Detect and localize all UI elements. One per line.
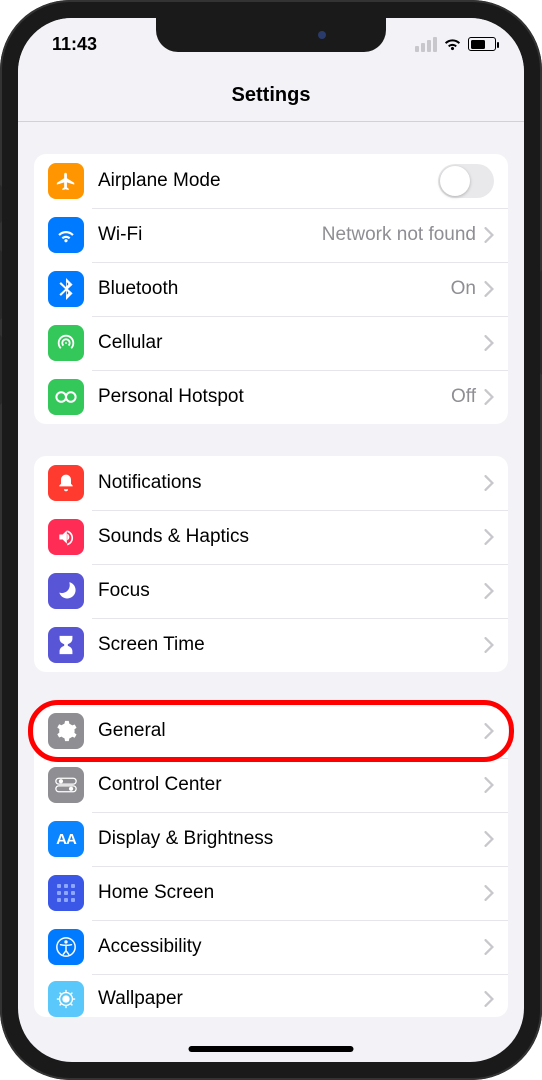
volume-up-button bbox=[0, 250, 2, 320]
row-detail: Off bbox=[451, 386, 476, 408]
page-title: Settings bbox=[18, 84, 524, 107]
screentime-icon bbox=[48, 627, 84, 663]
row-home-screen[interactable]: Home Screen bbox=[34, 866, 508, 920]
bluetooth-icon bbox=[48, 271, 84, 307]
row-notifications[interactable]: Notifications bbox=[34, 456, 508, 510]
cellular-icon bbox=[48, 325, 84, 361]
row-bluetooth[interactable]: Bluetooth On bbox=[34, 262, 508, 316]
row-label: Bluetooth bbox=[98, 278, 451, 300]
chevron-right-icon bbox=[484, 939, 494, 955]
row-airplane-mode[interactable]: Airplane Mode bbox=[34, 154, 508, 208]
row-detail: Network not found bbox=[322, 224, 476, 246]
chevron-right-icon bbox=[484, 991, 494, 1007]
home-screen-icon bbox=[48, 875, 84, 911]
row-label: Control Center bbox=[98, 774, 484, 796]
row-general[interactable]: General bbox=[34, 704, 508, 758]
chevron-right-icon bbox=[484, 583, 494, 599]
row-screen-time[interactable]: Screen Time bbox=[34, 618, 508, 672]
row-label: Focus bbox=[98, 580, 484, 602]
row-control-center[interactable]: Control Center bbox=[34, 758, 508, 812]
mute-switch bbox=[0, 185, 2, 223]
notifications-icon bbox=[48, 465, 84, 501]
row-label: Display & Brightness bbox=[98, 828, 484, 850]
settings-group-device: General Control Center A bbox=[34, 704, 508, 1017]
chevron-right-icon bbox=[484, 637, 494, 653]
settings-group-connectivity: Airplane Mode Wi-Fi Network not found bbox=[34, 154, 508, 424]
row-label: Screen Time bbox=[98, 634, 484, 656]
chevron-right-icon bbox=[484, 529, 494, 545]
chevron-right-icon bbox=[484, 335, 494, 351]
cellular-signal-icon bbox=[415, 37, 437, 52]
chevron-right-icon bbox=[484, 777, 494, 793]
screen: 11:43 Settings bbox=[18, 18, 524, 1062]
chevron-right-icon bbox=[484, 281, 494, 297]
row-accessibility[interactable]: Accessibility bbox=[34, 920, 508, 974]
chevron-right-icon bbox=[484, 885, 494, 901]
wifi-icon bbox=[443, 37, 462, 51]
row-label: Wi-Fi bbox=[98, 224, 322, 246]
display-icon: AA bbox=[48, 821, 84, 857]
volume-down-button bbox=[0, 335, 2, 405]
airplane-icon bbox=[48, 163, 84, 199]
status-right bbox=[415, 33, 496, 52]
chevron-right-icon bbox=[484, 389, 494, 405]
home-indicator[interactable] bbox=[189, 1046, 354, 1052]
row-wallpaper[interactable]: Wallpaper bbox=[34, 974, 508, 1017]
row-label: Home Screen bbox=[98, 882, 484, 904]
chevron-right-icon bbox=[484, 723, 494, 739]
chevron-right-icon bbox=[484, 831, 494, 847]
settings-group-alerts: Notifications Sounds & Haptics bbox=[34, 456, 508, 672]
row-cellular[interactable]: Cellular bbox=[34, 316, 508, 370]
chevron-right-icon bbox=[484, 475, 494, 491]
control-center-icon bbox=[48, 767, 84, 803]
row-label: Cellular bbox=[98, 332, 484, 354]
row-wifi[interactable]: Wi-Fi Network not found bbox=[34, 208, 508, 262]
row-label: Personal Hotspot bbox=[98, 386, 451, 408]
row-sounds-haptics[interactable]: Sounds & Haptics bbox=[34, 510, 508, 564]
status-time: 11:43 bbox=[52, 30, 97, 55]
row-personal-hotspot[interactable]: Personal Hotspot Off bbox=[34, 370, 508, 424]
row-label: General bbox=[98, 720, 484, 742]
airplane-toggle[interactable] bbox=[438, 164, 494, 198]
row-display-brightness[interactable]: AA Display & Brightness bbox=[34, 812, 508, 866]
settings-scroll[interactable]: Airplane Mode Wi-Fi Network not found bbox=[18, 122, 524, 1062]
chevron-right-icon bbox=[484, 227, 494, 243]
row-label: Notifications bbox=[98, 472, 484, 494]
wifi-row-icon bbox=[48, 217, 84, 253]
wallpaper-icon bbox=[48, 981, 84, 1017]
phone-frame: 11:43 Settings bbox=[0, 0, 542, 1080]
row-label: Airplane Mode bbox=[98, 170, 438, 192]
notch bbox=[156, 18, 386, 52]
sounds-icon bbox=[48, 519, 84, 555]
hotspot-icon bbox=[48, 379, 84, 415]
row-detail: On bbox=[451, 278, 476, 300]
nav-bar: Settings bbox=[18, 66, 524, 122]
battery-icon bbox=[468, 37, 496, 51]
row-label: Sounds & Haptics bbox=[98, 526, 484, 548]
focus-icon bbox=[48, 573, 84, 609]
camera-dot-icon bbox=[318, 31, 326, 39]
row-label: Accessibility bbox=[98, 936, 484, 958]
general-icon bbox=[48, 713, 84, 749]
row-label: Wallpaper bbox=[98, 988, 484, 1010]
row-focus[interactable]: Focus bbox=[34, 564, 508, 618]
accessibility-icon bbox=[48, 929, 84, 965]
